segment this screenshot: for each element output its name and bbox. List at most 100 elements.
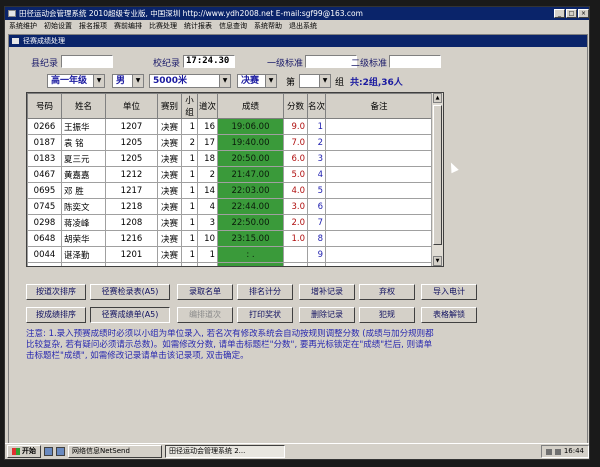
unlock-table-button[interactable]: 表格解锁 [421,307,477,323]
cell-round[interactable]: 决赛 [157,118,182,135]
cell-group[interactable]: 1 [181,262,198,266]
start-button[interactable]: 开始 [7,445,41,458]
table-row[interactable]: 0183 夏三元 1205 决赛 1 18 20:50.00 6.0 3 [27,150,433,167]
close-button[interactable]: × [578,9,589,18]
cell-unit[interactable]: 1208 [105,214,158,231]
cell-score[interactable]: 9.0 [283,118,308,135]
table-row[interactable]: 0648 胡荣华 1216 决赛 1 10 23:15.00 1.0 8 [27,230,433,247]
scroll-thumb[interactable] [433,105,442,245]
cell-remark[interactable] [325,150,433,167]
print-checkin-list-button[interactable]: 径赛检录表(A5) [90,284,170,300]
cell-group[interactable]: 1 [181,198,198,215]
cell-number[interactable]: 0266 [27,118,62,135]
quicklaunch-ie-icon[interactable] [44,447,53,456]
event-select[interactable]: 5000米 ▼ [149,74,231,88]
cell-lane[interactable]: 17 [197,134,218,151]
cell-score[interactable]: 2.0 [283,214,308,231]
cell-remark[interactable] [325,166,433,183]
col-group[interactable]: 小组 [181,93,198,119]
sort-by-lane-button[interactable]: 按道次排序 [26,284,86,300]
sort-by-result-button[interactable]: 按成绩排序 [26,307,86,323]
cell-name[interactable]: 夏三元 [61,150,106,167]
cell-name[interactable]: 黄嘉嘉 [61,166,106,183]
cell-group[interactable]: 1 [181,118,198,135]
cell-remark[interactable] [325,118,433,135]
cell-rank[interactable]: 8 [307,230,326,247]
cell-number[interactable]: 0187 [27,134,62,151]
cell-number[interactable]: 0648 [27,230,62,247]
cell-rank[interactable]: 7 [307,214,326,231]
cell-name[interactable]: 陈奕文 [61,198,106,215]
table-row[interactable]: 0298 蒋凌峰 1208 决赛 1 3 22:50.00 2.0 7 [27,214,433,231]
group-select[interactable]: ▼ [299,74,331,88]
menu-reports[interactable]: 统计报表 [184,20,212,32]
cell-result[interactable]: 20:50.00 [217,150,284,167]
table-row[interactable]: 0745 陈奕文 1218 决赛 1 4 22:44.00 3.0 6 [27,198,433,215]
cell-result[interactable]: 19:40.00 [217,134,284,151]
cell-unit[interactable]: 1216 [105,230,158,247]
rank-score-button[interactable]: 排名计分 [237,284,293,300]
menu-schedule[interactable]: 赛前编排 [114,20,142,32]
table-row[interactable]: 0379邓泽东1210决赛15: . 10 [27,262,433,266]
cell-rank[interactable]: 10 [307,262,326,266]
cell-group[interactable]: 1 [181,182,198,199]
cell-unit[interactable]: 1207 [105,118,158,135]
cell-remark[interactable] [325,134,433,151]
cell-remark[interactable] [325,230,433,247]
cell-number[interactable]: 0298 [27,214,62,231]
cell-result[interactable]: 21:47.00 [217,166,284,183]
cell-rank[interactable]: 1 [307,118,326,135]
table-row[interactable]: 0695 邓 胜 1217 决赛 1 14 22:03.00 4.0 5 [27,182,433,199]
scroll-down-icon[interactable]: ▼ [433,256,442,266]
cell-unit[interactable]: 1210 [105,262,158,266]
cell-rank[interactable]: 5 [307,182,326,199]
abstain-button[interactable]: 弃权 [359,284,415,300]
cell-remark[interactable] [325,198,433,215]
cell-number[interactable]: 0695 [27,182,62,199]
cell-number[interactable]: 0044 [27,246,62,263]
add-record-button[interactable]: 增补记录 [299,284,355,300]
school-record-field[interactable]: 17:24.30 [183,55,235,68]
col-result[interactable]: 成绩 [217,93,284,119]
edit-lane-button[interactable]: 编排道次 [177,307,233,323]
cell-name[interactable]: 蒋凌峰 [61,214,106,231]
cell-score[interactable] [283,246,308,263]
cell-lane[interactable]: 5 [197,262,218,266]
cell-lane[interactable]: 10 [197,230,218,247]
scroll-up-icon[interactable]: ▲ [433,93,442,103]
cell-result[interactable]: : . [217,246,284,263]
quicklaunch-desktop-icon[interactable] [56,447,65,456]
cell-number[interactable]: 0745 [27,198,62,215]
cell-score[interactable]: 3.0 [283,198,308,215]
cell-unit[interactable]: 1217 [105,182,158,199]
col-number[interactable]: 号码 [27,93,62,119]
cell-group[interactable]: 1 [181,214,198,231]
clock[interactable]: 16:44 [564,446,584,457]
menu-help[interactable]: 系统帮助 [254,20,282,32]
menu-system[interactable]: 系统维护 [9,20,37,32]
menu-register[interactable]: 报名报项 [79,20,107,32]
cell-result[interactable]: 22:50.00 [217,214,284,231]
print-certificate-button[interactable]: 打印奖状 [237,307,293,323]
print-result-list-button[interactable]: 径赛成绩单(A5) [90,307,170,323]
cell-name[interactable]: 邓泽东 [61,262,106,266]
cell-round[interactable]: 决赛 [157,150,182,167]
cell-rank[interactable]: 6 [307,198,326,215]
cell-name[interactable]: 胡荣华 [61,230,106,247]
foul-button[interactable]: 犯规 [359,307,415,323]
cell-group[interactable]: 1 [181,246,198,263]
cell-unit[interactable]: 1205 [105,150,158,167]
grade-select[interactable]: 高一年级 ▼ [47,74,105,88]
cell-score[interactable]: 6.0 [283,150,308,167]
cell-group[interactable]: 1 [181,166,198,183]
cell-lane[interactable]: 16 [197,118,218,135]
cell-lane[interactable]: 4 [197,198,218,215]
cell-result[interactable]: 23:15.00 [217,230,284,247]
cell-name[interactable]: 谌泽勤 [61,246,106,263]
menu-init[interactable]: 初始设置 [44,20,72,32]
take-list-button[interactable]: 录取名单 [177,284,233,300]
vertical-scrollbar[interactable]: ▲ ▼ [431,93,443,266]
cell-score[interactable]: 5.0 [283,166,308,183]
cell-lane[interactable]: 3 [197,214,218,231]
task-netsend[interactable]: 网络信息NetSend [68,445,162,458]
